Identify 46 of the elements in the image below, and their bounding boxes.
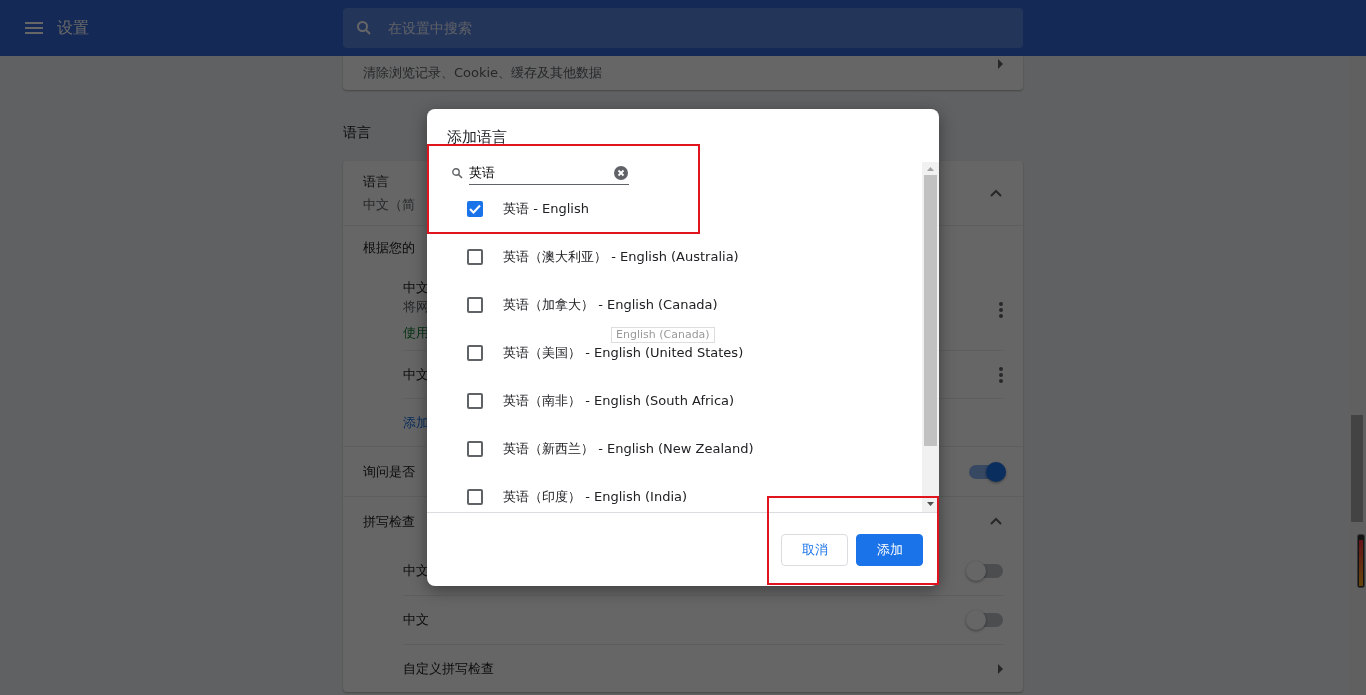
scrollbar-thumb[interactable] — [924, 175, 937, 446]
checkbox[interactable] — [467, 297, 483, 313]
checkbox[interactable] — [467, 489, 483, 505]
language-option[interactable]: 英语（新西兰） - English (New Zealand) — [503, 439, 754, 459]
checkbox[interactable] — [467, 393, 483, 409]
toggle-switch[interactable] — [969, 613, 1003, 627]
row-title: 拼写检查 — [363, 512, 415, 531]
page-title: 设置 — [57, 17, 89, 39]
more-options-icon[interactable] — [999, 366, 1003, 383]
more-options-icon[interactable] — [999, 302, 1003, 318]
tooltip: English (Canada) — [611, 327, 715, 343]
language-option[interactable]: 英语（澳大利亚） - English (Australia) — [503, 247, 739, 267]
checkbox[interactable] — [467, 345, 483, 361]
language-option[interactable]: 英语（南非） - English (South Africa) — [503, 391, 735, 411]
language-option[interactable]: 英语（加拿大） - English (Canada) — [503, 295, 718, 315]
arrow-right-icon[interactable] — [998, 59, 1003, 69]
search-icon — [452, 168, 463, 179]
language-option[interactable]: 英语（美国） - English (United States) — [503, 343, 744, 363]
row-label: 询问是否 — [363, 462, 415, 481]
row-label: 根据您的 — [363, 239, 415, 258]
scrollbar[interactable] — [922, 162, 939, 512]
scrollbar-thumb[interactable] — [1351, 415, 1363, 522]
checkbox[interactable] — [467, 249, 483, 265]
row-title: 语言 — [363, 173, 390, 191]
toggle-switch[interactable] — [969, 464, 1003, 479]
row-subtitle: 中文（简 — [363, 195, 415, 214]
search-icon — [357, 21, 371, 35]
gauge-icon — [1357, 534, 1365, 588]
language-option[interactable]: 英语（印度） - English (India) — [503, 487, 688, 507]
language-name: 中文 — [403, 611, 429, 630]
check-icon — [469, 204, 481, 214]
dialog-title: 添加语言 — [446, 127, 508, 148]
checkbox[interactable] — [467, 201, 483, 217]
cancel-button[interactable]: 取消 — [781, 533, 848, 566]
settings-row-text: 清除浏览记录、Cookie、缓存及其他数据 — [363, 64, 603, 83]
language-option[interactable]: 英语 - English — [503, 199, 589, 219]
scroll-down-icon[interactable] — [927, 502, 934, 506]
arrow-right-icon[interactable] — [998, 663, 1003, 674]
add-button[interactable]: 添加 — [856, 533, 923, 566]
scroll-up-icon[interactable] — [927, 167, 934, 171]
clear-icon[interactable] — [614, 166, 628, 180]
toggle-switch[interactable] — [969, 563, 1003, 578]
menu-icon[interactable] — [25, 22, 43, 34]
section-heading: 语言 — [343, 123, 371, 142]
checkbox[interactable] — [467, 441, 483, 457]
row-label: 自定义拼写检查 — [403, 659, 494, 678]
